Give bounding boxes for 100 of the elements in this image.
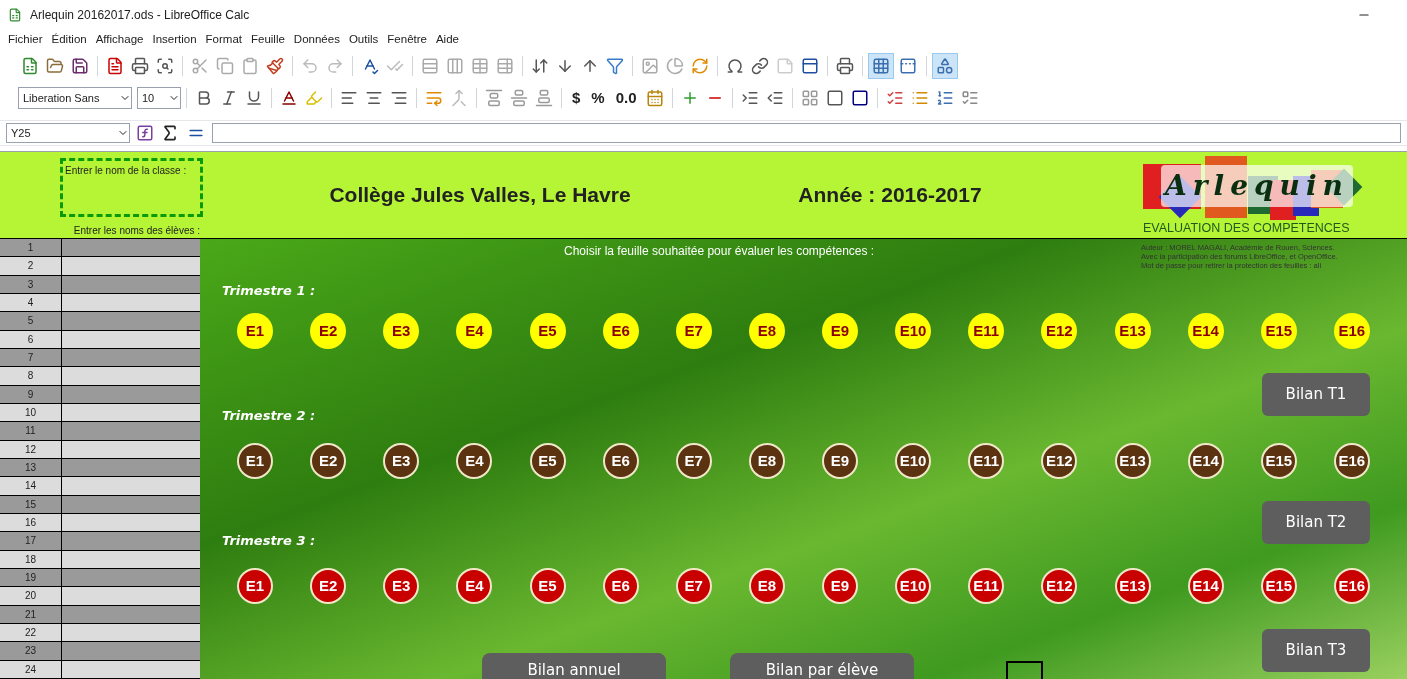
evaluation-sheet-button[interactable]: E11 [968, 568, 1005, 604]
evaluation-sheet-button[interactable]: E5 [529, 568, 566, 604]
evaluation-sheet-button[interactable]: E10 [895, 443, 932, 479]
evaluation-sheet-button[interactable]: E11 [968, 443, 1005, 479]
evaluation-sheet-button[interactable]: E16 [1333, 443, 1370, 479]
evaluation-sheet-button[interactable]: E9 [822, 443, 858, 479]
evaluation-sheet-button[interactable]: E4 [456, 568, 493, 604]
evaluation-sheet-button[interactable]: E15 [1260, 313, 1297, 349]
row-header[interactable]: 23 [0, 642, 62, 660]
evaluation-sheet-button[interactable]: E10 [895, 568, 932, 604]
name-box[interactable]: Y25 [6, 123, 130, 143]
evaluation-sheet-button[interactable]: E6 [602, 313, 639, 349]
evaluation-sheet-button[interactable]: E4 [456, 313, 493, 349]
trimester-label: Trimestre 3 : [222, 532, 317, 547]
evaluation-sheet-button[interactable]: E16 [1333, 568, 1370, 604]
evaluation-sheet-button[interactable]: E5 [529, 313, 566, 349]
evaluation-sheet-button[interactable]: E3 [383, 568, 420, 604]
evaluation-sheet-button[interactable]: E6 [602, 568, 639, 604]
evaluation-sheet-button[interactable]: E11 [968, 313, 1005, 349]
student-name-cell[interactable] [62, 239, 200, 257]
evaluation-sheet-button[interactable]: E13 [1114, 443, 1151, 479]
evaluation-sheet-button[interactable]: E3 [383, 443, 420, 479]
summary-button[interactable]: Bilan T3 [1262, 629, 1370, 672]
evaluation-sheet-button[interactable]: E12 [1041, 313, 1078, 349]
menu-item[interactable]: Format [205, 31, 242, 49]
row-header[interactable]: 11 [0, 422, 62, 440]
evaluation-sheet-button[interactable]: E10 [895, 313, 932, 349]
evaluation-sheet-button[interactable]: E15 [1260, 443, 1297, 479]
summary-button[interactable]: Bilan T2 [1262, 501, 1370, 544]
student-name-cell[interactable] [62, 422, 200, 440]
student-name-cell[interactable] [62, 367, 200, 385]
menu-item[interactable]: Données [293, 31, 340, 49]
drawing-functions-icon[interactable] [932, 53, 958, 79]
evaluation-sheet-button[interactable]: E14 [1187, 568, 1224, 604]
menu-item[interactable]: Insertion [152, 31, 197, 49]
row-header[interactable]: 17 [0, 532, 62, 550]
evaluation-sheet-button[interactable]: E2 [310, 568, 347, 604]
row-header[interactable]: 20 [0, 587, 62, 605]
evaluation-sheet-button[interactable]: E15 [1260, 568, 1297, 604]
evaluation-sheet-button[interactable]: E14 [1187, 313, 1224, 349]
freeze-rows-columns-icon[interactable] [868, 53, 894, 79]
font-size-field[interactable]: 10 [137, 87, 181, 109]
trimester-label: Trimestre 1 : [222, 282, 317, 297]
summary-button[interactable]: Bilan T1 [1262, 373, 1370, 416]
evaluation-sheet-button[interactable]: E8 [748, 313, 785, 349]
student-name-cell[interactable] [62, 477, 200, 495]
evaluation-sheet-button[interactable]: E1 [237, 568, 273, 604]
row-header[interactable]: 5 [0, 312, 62, 330]
font-name-field[interactable]: Liberation Sans [18, 87, 132, 109]
evaluation-sheet-button[interactable]: E13 [1114, 568, 1151, 604]
evaluation-sheet-button[interactable]: E5 [529, 443, 566, 479]
evaluation-sheet-button[interactable]: E13 [1114, 313, 1151, 349]
menu-item[interactable]: Outils [348, 31, 379, 49]
evaluation-sheet-button[interactable]: E12 [1041, 568, 1078, 604]
menu-item[interactable]: Affichage [95, 31, 144, 49]
evaluation-sheet-button[interactable]: E1 [237, 313, 273, 349]
evaluation-sheet-button[interactable]: E8 [748, 568, 785, 604]
evaluation-sheet-button[interactable]: E7 [675, 568, 712, 604]
evaluation-sheet-button[interactable]: E14 [1187, 443, 1224, 479]
evaluation-sheet-button[interactable]: E8 [748, 443, 785, 479]
student-name-cell[interactable] [62, 312, 200, 330]
student-name-cell[interactable] [62, 642, 200, 660]
class-name-field[interactable]: Entrer le nom de la classe : [60, 158, 203, 217]
row-header[interactable]: 2 [0, 257, 62, 275]
evaluation-sheet-button[interactable]: E3 [383, 313, 420, 349]
evaluation-sheet-button[interactable]: E2 [310, 443, 347, 479]
menu-item[interactable]: Aide [435, 31, 459, 49]
evaluation-sheet-button[interactable]: E12 [1041, 443, 1078, 479]
evaluation-sheet-button[interactable]: E4 [456, 443, 493, 479]
menu-item[interactable]: Fichier [8, 31, 43, 49]
evaluation-sheet-button[interactable]: E7 [675, 313, 712, 349]
student-name-cell[interactable] [62, 587, 200, 605]
evaluation-sheet-button[interactable]: E6 [602, 443, 639, 479]
year-title: Année : 2016-2017 [798, 182, 982, 209]
student-name-cell[interactable] [62, 532, 200, 550]
instruction-text: Choisir la feuille souhaitée pour évaluer les compétences : [564, 243, 875, 260]
students-label: Entrer les noms des élèves : [73, 224, 200, 238]
menu-item[interactable]: Édition [51, 31, 87, 49]
logo-text: Arlequin [1161, 164, 1353, 207]
row-header[interactable]: 14 [0, 477, 62, 495]
summary-button[interactable]: Bilan annuel [482, 653, 666, 679]
row-header[interactable]: 8 [0, 367, 62, 385]
student-name-cell[interactable] [62, 257, 200, 275]
evaluation-sheet-button[interactable]: E7 [675, 443, 712, 479]
outlined-shape [1006, 661, 1043, 679]
evaluation-sheet-button[interactable]: E16 [1333, 313, 1370, 349]
menu-item[interactable]: Fenêtre [387, 31, 427, 49]
function-wizard-icon[interactable] [136, 124, 154, 142]
row-header[interactable]: 1 [0, 239, 62, 257]
evaluation-sheet-button[interactable]: E2 [310, 313, 347, 349]
number-format-button[interactable]: 0.0 [610, 86, 642, 110]
number-format-button[interactable]: % [586, 86, 610, 110]
summary-button[interactable]: Bilan par élève [730, 653, 914, 679]
menu-item[interactable]: Feuille [250, 31, 285, 49]
evaluation-sheet-button[interactable]: E9 [822, 568, 858, 604]
trimester-label: Trimestre 2 : [222, 407, 317, 422]
evaluation-sheet-button[interactable]: E9 [822, 313, 858, 349]
number-format-button[interactable]: $ [567, 86, 586, 110]
evaluation-sheet-button[interactable]: E1 [237, 443, 273, 479]
formula-input[interactable] [212, 123, 1401, 143]
